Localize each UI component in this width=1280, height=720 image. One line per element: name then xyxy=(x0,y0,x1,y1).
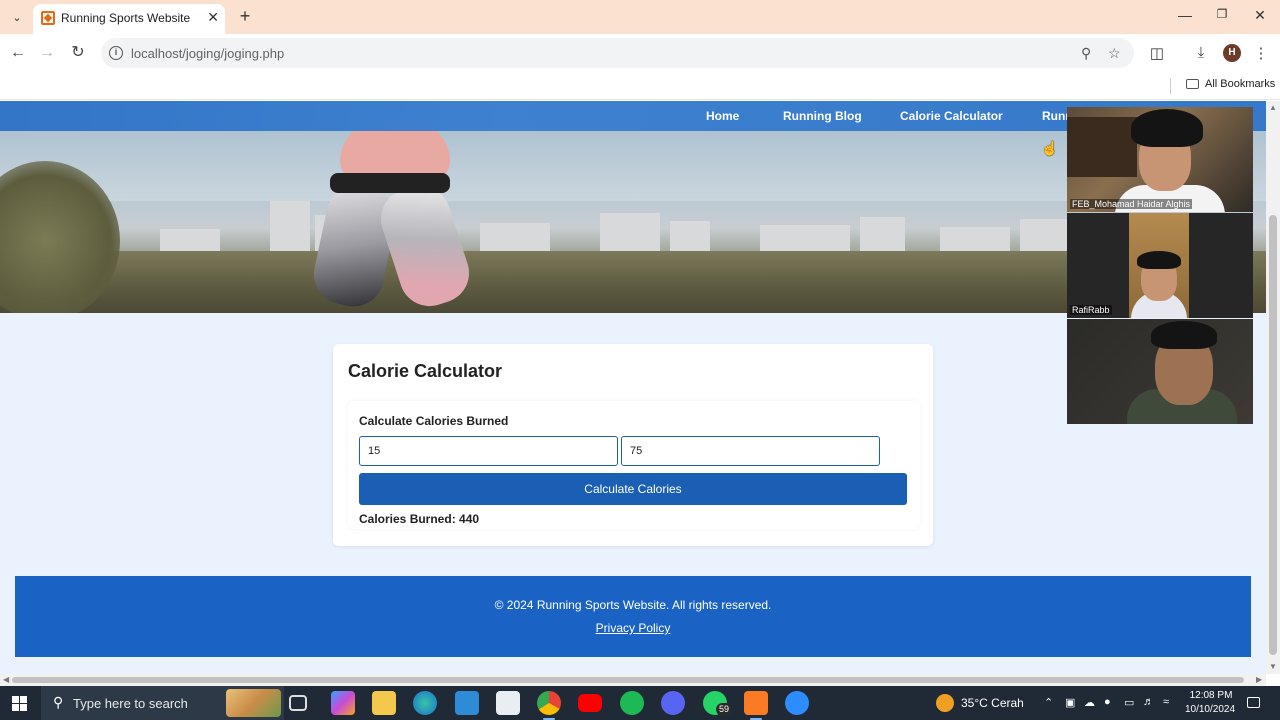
weather-text[interactable]: 35°C Cerah xyxy=(961,696,1024,710)
browser-toolbar: ← → ↻ i localhost/joging/joging.php ⚲ ☆ … xyxy=(0,34,1280,72)
task-view-icon[interactable] xyxy=(289,695,307,711)
search-icon: ⚲ xyxy=(53,694,64,710)
tab-search-chevron-icon[interactable]: ⌄ xyxy=(6,7,28,27)
clock-time[interactable]: 12:08 PM xyxy=(1186,690,1236,701)
bookmarks-bar: All Bookmarks xyxy=(0,72,1280,100)
window-close-icon[interactable]: ✕ xyxy=(1250,7,1270,24)
tray-chevron-icon[interactable]: ⌃ xyxy=(1044,696,1053,709)
all-bookmarks-link[interactable]: All Bookmarks xyxy=(1205,78,1275,90)
clock-date[interactable]: 10/10/2024 xyxy=(1180,704,1240,715)
scroll-down-icon[interactable]: ▼ xyxy=(1269,662,1277,671)
zoom-icon[interactable] xyxy=(785,691,809,715)
minimize-icon[interactable]: — xyxy=(1175,7,1195,23)
calculate-calories-button[interactable]: Calculate Calories xyxy=(359,473,907,505)
new-tab-button[interactable]: + xyxy=(236,6,254,27)
chrome-icon[interactable] xyxy=(537,691,561,720)
runner-image xyxy=(290,101,500,313)
participant-name: RafiRabb xyxy=(1070,305,1112,315)
mail-icon[interactable] xyxy=(455,691,479,715)
form-heading: Calculate Calories Burned xyxy=(359,414,509,428)
tab-close-icon[interactable]: ✕ xyxy=(207,9,219,26)
windows-start-icon[interactable] xyxy=(12,696,27,711)
bookmark-star-icon[interactable]: ☆ xyxy=(1108,45,1121,62)
wifi-icon[interactable]: ≈ xyxy=(1163,696,1169,708)
video-tile-2[interactable]: RafiRabb xyxy=(1067,213,1253,318)
download-icon[interactable]: ⤓ xyxy=(1191,44,1211,61)
url-text[interactable]: localhost/joging/joging.php xyxy=(131,46,284,61)
video-tile-1[interactable]: FEB_Mohamad Haidar Alghis xyxy=(1067,107,1253,212)
nav-running-blog[interactable]: Running Blog xyxy=(783,109,862,123)
copilot-icon[interactable] xyxy=(331,691,355,715)
youtube-icon[interactable] xyxy=(578,694,602,712)
calories-result: Calories Burned: 440 xyxy=(359,512,480,526)
extensions-icon[interactable]: ◫ xyxy=(1147,44,1167,62)
address-bar[interactable]: i localhost/joging/joging.php ⚲ ☆ xyxy=(101,38,1134,68)
reload-icon[interactable]: ↻ xyxy=(68,43,88,63)
privacy-policy-link[interactable]: Privacy Policy xyxy=(15,621,1251,635)
discord-icon[interactable] xyxy=(661,691,685,715)
xampp-favicon-icon xyxy=(41,11,55,25)
horizontal-scrollbar[interactable]: ◀ ▶ xyxy=(0,674,1266,686)
zoom-icon[interactable]: ⚲ xyxy=(1081,45,1091,62)
vertical-scrollbar[interactable]: ▲ ▼ xyxy=(1266,101,1280,674)
duration-input[interactable] xyxy=(359,436,618,466)
battery-icon[interactable]: ▭ xyxy=(1124,696,1134,709)
tray-cloud-icon[interactable]: ☁ xyxy=(1084,696,1095,709)
mouse-cursor: ☝ xyxy=(1041,140,1059,156)
forward-icon[interactable]: → xyxy=(37,43,57,63)
scroll-left-icon[interactable]: ◀ xyxy=(3,675,9,684)
vertical-scroll-thumb[interactable] xyxy=(1269,215,1277,655)
video-tile-3[interactable] xyxy=(1067,319,1253,424)
participant-name: FEB_Mohamad Haidar Alghis xyxy=(1070,199,1193,209)
scroll-right-icon[interactable]: ▶ xyxy=(1256,675,1262,684)
back-icon[interactable]: ← xyxy=(8,43,28,63)
menu-kebab-icon[interactable]: ⋮ xyxy=(1251,44,1271,62)
nav-home[interactable]: Home xyxy=(706,109,739,123)
tab-strip: ⌄ Running Sports Website ✕ + — ❐ ✕ xyxy=(0,0,1280,34)
microphone-icon[interactable]: ● xyxy=(1104,696,1111,708)
browser-tab[interactable]: Running Sports Website ✕ xyxy=(33,4,225,34)
file-explorer-icon[interactable] xyxy=(372,691,396,715)
bookmarks-divider xyxy=(1170,78,1171,94)
profile-avatar[interactable]: H xyxy=(1223,44,1241,62)
tray-device-icon[interactable]: ▣ xyxy=(1065,696,1075,709)
footer-copyright: © 2024 Running Sports Website. All right… xyxy=(494,598,772,612)
taskbar-search[interactable]: ⚲ Type here to search xyxy=(41,686,284,720)
calculator-card: Calorie Calculator Calculate Calories Bu… xyxy=(333,344,933,546)
weather-sun-icon[interactable] xyxy=(936,694,954,712)
page-title: Calorie Calculator xyxy=(348,361,503,381)
site-footer: © 2024 Running Sports Website. All right… xyxy=(15,576,1251,657)
site-info-icon[interactable]: i xyxy=(109,46,123,60)
xampp-icon[interactable] xyxy=(744,691,768,720)
spotify-icon[interactable] xyxy=(620,691,644,715)
whatsapp-unread-badge: 59 xyxy=(716,703,733,716)
tab-title: Running Sports Website xyxy=(61,11,191,25)
edge-icon[interactable] xyxy=(413,691,437,715)
scroll-up-icon[interactable]: ▲ xyxy=(1269,103,1277,112)
nav-calorie-calculator[interactable]: Calorie Calculator xyxy=(900,109,1003,123)
folder-icon xyxy=(1186,79,1199,89)
horizontal-scroll-thumb[interactable] xyxy=(12,677,1244,683)
volume-icon[interactable]: ♬ xyxy=(1143,696,1154,708)
store-icon[interactable] xyxy=(496,691,520,715)
search-highlight-image xyxy=(226,689,281,717)
notification-icon[interactable] xyxy=(1247,697,1260,708)
search-placeholder: Type here to search xyxy=(73,696,188,711)
calculator-form: Calculate Calories Burned Calculate Calo… xyxy=(348,401,920,529)
restore-icon[interactable]: ❐ xyxy=(1212,7,1232,21)
weight-input[interactable] xyxy=(621,436,880,466)
